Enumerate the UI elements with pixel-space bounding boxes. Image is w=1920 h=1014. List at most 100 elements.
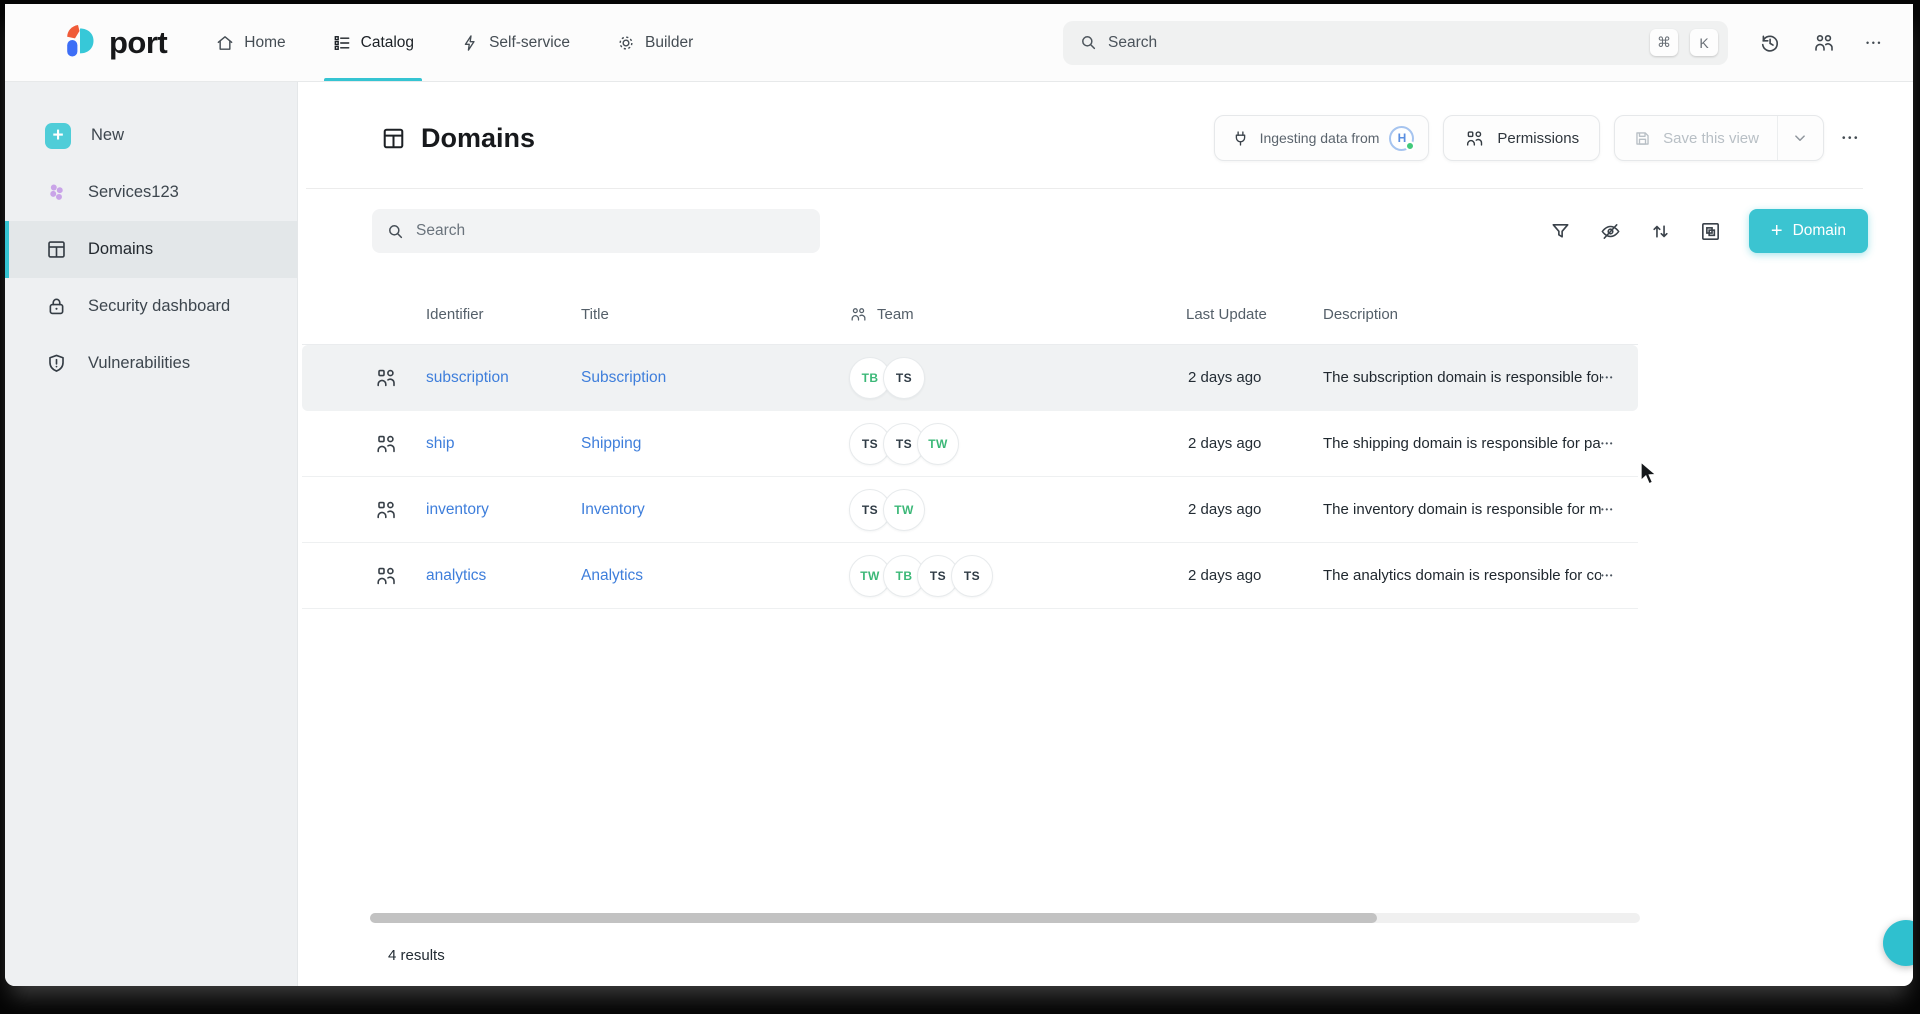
filter-icon[interactable] <box>1549 220 1572 243</box>
title-link[interactable]: Inventory <box>581 501 849 519</box>
row-actions-button[interactable]: ••• <box>1601 571 1638 580</box>
table-search-input[interactable] <box>416 222 806 240</box>
services-cluster-icon <box>45 181 68 204</box>
nav-home[interactable]: Home <box>215 4 285 81</box>
plus-icon: + <box>1771 221 1783 241</box>
ingesting-data-button[interactable]: Ingesting data from H <box>1214 115 1430 161</box>
lightning-icon <box>460 33 480 53</box>
ingesting-data-label: Ingesting data from <box>1260 130 1380 146</box>
shield-alert-icon <box>45 352 68 375</box>
add-domain-label: Domain <box>1793 222 1846 240</box>
title-link[interactable]: Shipping <box>581 435 849 453</box>
add-domain-button[interactable]: + Domain <box>1749 209 1868 253</box>
table-row[interactable]: inventory Inventory TS TW 2 days ago The… <box>302 477 1638 543</box>
team-avatar: TS <box>951 555 993 597</box>
integration-logo-badge: H <box>1389 126 1414 151</box>
horizontal-scrollbar <box>370 913 1640 923</box>
topbar-more-button[interactable]: ••• <box>1866 38 1883 48</box>
nav-home-label: Home <box>244 34 285 52</box>
sidebar-item-services123-label: Services123 <box>88 183 179 202</box>
permissions-button[interactable]: Permissions <box>1443 115 1600 161</box>
team-icon <box>849 305 868 324</box>
hide-columns-icon[interactable] <box>1599 220 1622 243</box>
row-actions-button[interactable]: ••• <box>1601 505 1638 514</box>
row-actions-button[interactable]: ••• <box>1601 439 1638 448</box>
team-cell: TS TW <box>849 489 1186 531</box>
sidebar-item-domains-label: Domains <box>88 240 153 259</box>
last-update-cell: 2 days ago <box>1186 567 1323 584</box>
nav-self-service-label: Self-service <box>489 34 570 52</box>
port-logo[interactable]: port <box>63 4 167 81</box>
identifier-link[interactable]: inventory <box>426 501 581 519</box>
global-search-input[interactable] <box>1108 34 1640 52</box>
identifier-link[interactable]: ship <box>426 435 581 453</box>
title-link[interactable]: Analytics <box>581 567 849 585</box>
title-link[interactable]: Subscription <box>581 369 849 387</box>
lock-icon <box>45 295 68 318</box>
nav-catalog[interactable]: Catalog <box>332 4 414 81</box>
plug-icon <box>1231 129 1250 148</box>
history-icon[interactable] <box>1758 31 1782 55</box>
sidebar-item-security-dashboard[interactable]: Security dashboard <box>5 278 297 335</box>
page-title-text: Domains <box>421 123 535 154</box>
col-last-update[interactable]: Last Update <box>1186 306 1323 323</box>
topbar-right: ⌘ K ••• <box>1063 4 1883 81</box>
sidebar-item-new-label: New <box>91 126 124 145</box>
save-view-dropdown-button[interactable] <box>1777 116 1823 160</box>
table-row[interactable]: subscription Subscription TB TS 2 days a… <box>302 345 1638 411</box>
group-by-icon[interactable] <box>1699 220 1722 243</box>
team-avatar: TW <box>917 423 959 465</box>
search-icon <box>386 222 405 241</box>
table-search[interactable] <box>372 209 820 253</box>
description-cell: The subscription domain is responsible f… <box>1323 369 1601 386</box>
shell: + New Services123 Domains <box>5 82 1913 986</box>
horizontal-scrollbar-thumb[interactable] <box>370 913 1377 923</box>
sidebar: + New Services123 Domains <box>5 82 298 986</box>
home-icon <box>215 33 235 53</box>
sidebar-item-domains[interactable]: Domains <box>5 221 297 278</box>
chevron-down-icon <box>1791 129 1809 147</box>
cmd-key: ⌘ <box>1650 29 1678 56</box>
save-view-button[interactable]: Save this view <box>1615 116 1777 160</box>
org-users-icon[interactable] <box>1812 31 1836 55</box>
global-search[interactable]: ⌘ K <box>1063 21 1728 65</box>
col-team[interactable]: Team <box>849 305 1186 324</box>
table-row[interactable]: ship Shipping TS TS TW 2 days ago The sh… <box>302 411 1638 477</box>
sidebar-item-vulnerabilities-label: Vulnerabilities <box>88 354 190 373</box>
save-icon <box>1633 129 1652 148</box>
team-cell: TW TB TS TS <box>849 555 1186 597</box>
col-description[interactable]: Description <box>1323 306 1601 323</box>
description-cell: The analytics domain is responsible for … <box>1323 567 1601 584</box>
main-nav: Home Catalog Self-service <box>215 4 693 81</box>
col-team-label: Team <box>877 306 914 323</box>
row-actions-button[interactable]: ••• <box>1601 373 1638 382</box>
page-head: Domains Ingesting data from H <box>298 82 1913 188</box>
col-identifier[interactable]: Identifier <box>426 306 581 323</box>
sort-icon[interactable] <box>1649 220 1672 243</box>
table-header: Identifier Title Team Last Update Descri… <box>302 285 1638 345</box>
sidebar-item-services123[interactable]: Services123 <box>5 164 297 221</box>
identifier-link[interactable]: subscription <box>426 369 581 387</box>
description-cell: The shipping domain is responsible for p… <box>1323 435 1601 452</box>
table-icon <box>45 238 68 261</box>
nav-catalog-label: Catalog <box>361 34 414 52</box>
nav-builder[interactable]: Builder <box>616 4 693 81</box>
page-title: Domains <box>380 123 535 154</box>
permissions-label: Permissions <box>1497 130 1579 147</box>
table-icon <box>380 125 407 152</box>
table-row[interactable]: analytics Analytics TW TB TS TS 2 days a… <box>302 543 1638 609</box>
team-cell: TS TS TW <box>849 423 1186 465</box>
sidebar-item-new[interactable]: + New <box>5 107 297 164</box>
table-toolbar: + Domain <box>298 189 1913 273</box>
identifier-link[interactable]: analytics <box>426 567 581 585</box>
users-icon <box>1464 128 1485 149</box>
nav-self-service[interactable]: Self-service <box>460 4 570 81</box>
sidebar-item-vulnerabilities[interactable]: Vulnerabilities <box>5 335 297 392</box>
plus-square-icon: + <box>45 123 71 149</box>
page-more-button[interactable]: ••• <box>1842 133 1860 144</box>
app-window: port Home Catalog Sel <box>5 4 1913 986</box>
page-actions: Ingesting data from H Permissions <box>1214 115 1860 161</box>
topbar: port Home Catalog Sel <box>5 4 1913 82</box>
entity-group-icon <box>374 432 398 456</box>
col-title[interactable]: Title <box>581 306 849 323</box>
